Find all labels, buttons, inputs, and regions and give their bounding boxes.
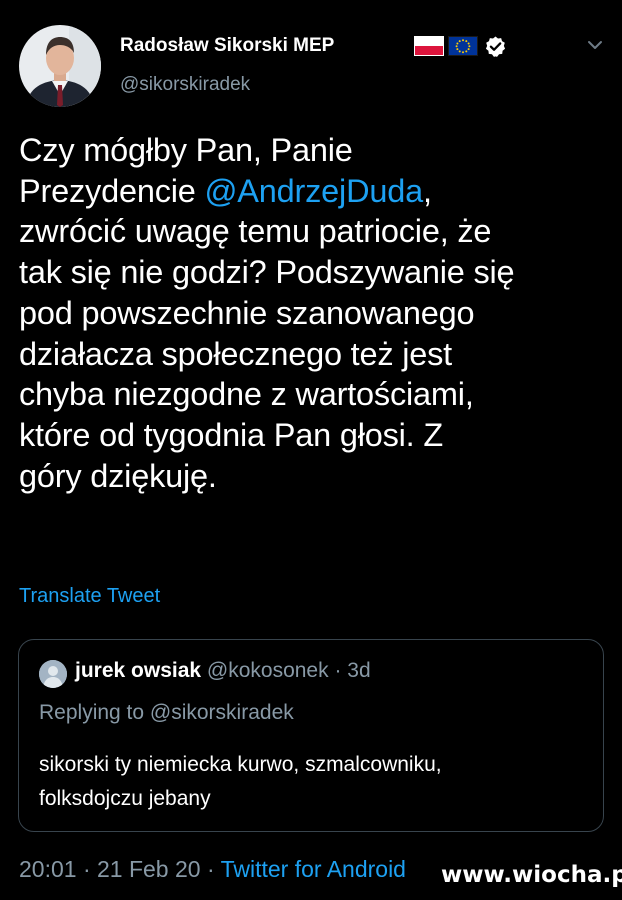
translate-tweet-link[interactable]: Translate Tweet [19, 585, 160, 608]
quoted-replying-to: Replying to @sikorskiradek [39, 701, 294, 724]
tweet-timestamp[interactable]: 20:01 · 21 Feb 20 · [19, 856, 221, 882]
quoted-author-name[interactable]: jurek owsiak [75, 659, 201, 682]
tweet-text-line: Prezydencie @AndrzejDuda, [19, 172, 432, 209]
quoted-text-line: sikorski ty niemiecka kurwo, szmalcownik… [39, 753, 442, 776]
tweet-text-line: tak się nie godzi? Podszywanie się [19, 254, 515, 291]
tweet-text-line: pod powszechnie szanowanego [19, 294, 475, 331]
author-avatar[interactable] [19, 25, 101, 107]
quoted-text-line: folksdojczu jebany [39, 787, 211, 810]
tweet-text-line: działacza społecznego też jest [19, 335, 453, 372]
chevron-down-icon[interactable] [584, 36, 606, 54]
quoted-author-handle-time: @kokosonek · 3d [201, 659, 371, 682]
quoted-author-line: jurek owsiak @kokosonek · 3d [75, 659, 371, 683]
tweet-text-line: Czy mógłby Pan, Panie [19, 132, 353, 168]
poland-flag-icon [414, 36, 444, 56]
tweet-text-line: zwrócić uwagę temu patriocie, że [19, 213, 492, 250]
tweet-footer: 20:01 · 21 Feb 20 · Twitter for Android [19, 856, 406, 883]
verified-badge-icon [484, 35, 507, 58]
tweet-text-line: chyba niezgodne z wartościami, [19, 376, 474, 413]
watermark: www.wiocha.pl [441, 862, 622, 888]
author-handle[interactable]: @sikorskiradek [120, 74, 250, 96]
author-display-name[interactable]: Radosław Sikorski MEP [120, 35, 334, 57]
default-avatar-icon [39, 660, 67, 688]
tweet-text: Czy mógłby Pan, Panie Prezydencie @Andrz… [19, 130, 604, 496]
quoted-tweet-text: sikorski ty niemiecka kurwo, szmalcownik… [39, 748, 442, 816]
quoted-author-avatar[interactable] [39, 660, 67, 688]
mention-link[interactable]: @AndrzejDuda [204, 173, 423, 209]
tweet-text-line: góry dziękuję. [19, 457, 217, 494]
tweet-client-link[interactable]: Twitter for Android [221, 856, 406, 882]
quoted-tweet-card[interactable]: jurek owsiak @kokosonek · 3d Replying to… [18, 639, 604, 832]
eu-flag-icon [448, 36, 478, 56]
author-avatar-image [19, 25, 101, 107]
tweet-text-line: które od tygodnia Pan głosi. Z [19, 416, 443, 453]
